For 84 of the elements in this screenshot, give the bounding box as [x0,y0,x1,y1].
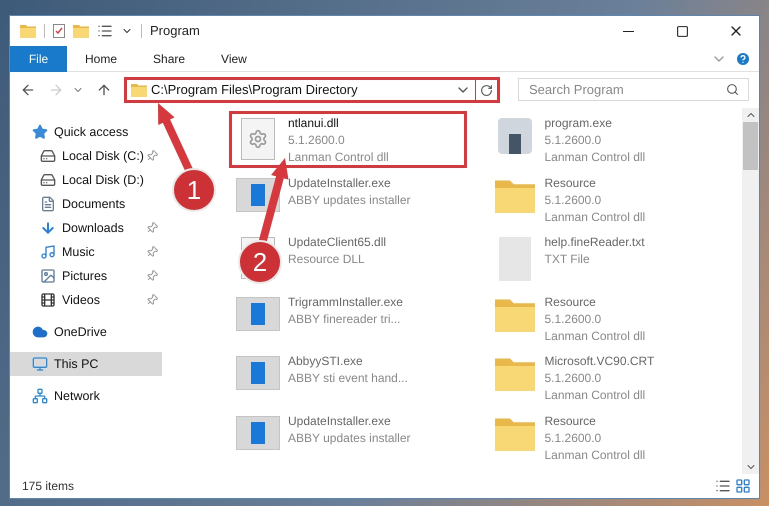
document-icon [40,196,56,212]
file-name[interactable]: Microsoft.VC90.CRT [544,353,654,370]
cloud-icon [32,324,48,340]
settings-file-icon [241,118,275,160]
star-icon [32,124,48,140]
back-icon[interactable] [20,82,36,98]
search-icon [726,83,739,96]
file-name[interactable]: Resource [544,174,646,192]
file-detail: Lanman Control dll [288,149,389,166]
sidebar-item[interactable]: Music [10,240,162,264]
file-name[interactable]: program.exe [544,115,646,132]
file-detail: Lanman Control dll [544,328,646,344]
file-name[interactable]: TrigrammInstaller.exe [288,294,403,310]
folder-icon [494,178,534,212]
folder-icon [494,356,534,391]
window-icon [236,296,280,330]
ribbon-tab[interactable]: Home [67,46,136,72]
folder-icon [20,24,36,38]
search-field[interactable]: Search Program [518,78,749,101]
file-name[interactable]: UpdateClient65.dll [288,234,386,251]
file-name[interactable]: UpdateInstaller.exe [288,412,411,430]
file-detail: ABBY finereader tri... [288,310,402,328]
picture-icon [40,268,56,284]
sidebar-item[interactable]: Downloads [10,216,162,240]
monitor-icon [32,356,48,372]
item-count: 175 items [22,478,74,495]
ribbon-tab[interactable]: View [203,46,265,72]
file-detail: ABBY updates installer [288,192,411,208]
address-bar[interactable]: C:\Program Files\Program Directory [124,77,500,103]
refresh-icon[interactable] [480,84,493,96]
file-detail: ABBY updates installer [288,430,411,446]
file-detail: 5.1.2600.0 [288,132,346,149]
folder-icon [494,416,534,450]
drive-icon [40,148,56,164]
file-detail: TXT File [544,251,591,268]
sidebar-item[interactable]: OneDrive [10,320,162,344]
sidebar-item[interactable]: Pictures [10,264,162,288]
file-name[interactable]: ntlanui.dll [288,115,389,132]
file-detail: Lanman Control dll [544,446,646,464]
file-name[interactable]: UpdateInstaller.exe [288,174,411,192]
minimize-icon [622,30,634,32]
text-file-icon [498,237,530,281]
folder-icon [73,24,89,38]
sidebar-item[interactable]: Documents [10,192,162,216]
window-title: Program [150,22,200,40]
sidebar-item[interactable]: Network [10,384,162,408]
application-icon [498,118,532,154]
file-name[interactable]: Resource [544,294,646,310]
file-detail: 5.1.2600.0 [544,132,602,149]
tiles-view-icon[interactable] [735,478,751,494]
scrollbar[interactable] [742,108,759,474]
details-view-icon[interactable] [715,478,731,494]
sidebar-item[interactable]: Videos [10,288,162,312]
properties-icon[interactable] [53,24,65,38]
file-detail: Lanman Control dll [544,387,646,404]
ribbon-tab[interactable]: Share [135,46,204,72]
file-name[interactable]: AbbyySTI.exe [288,353,408,370]
up-icon[interactable] [96,82,112,98]
maximize-icon [676,24,688,38]
sidebar-item[interactable]: This PC [10,352,162,376]
file-detail: 5.1.2600.0 [544,310,602,328]
file-name[interactable]: help.fineReader.txt [544,234,645,251]
window-icon [236,416,280,450]
sidebar-item[interactable]: Local Disk (C:) [10,144,162,168]
music-note-icon [40,244,56,260]
sidebar-item[interactable]: Quick access [10,120,162,144]
file-detail: 5.1.2600.0 [544,192,602,208]
film-icon [40,292,56,308]
file-detail: 5.1.2600.0 [544,370,602,387]
network-icon [32,388,48,404]
file-name[interactable]: Resource [544,412,646,430]
drive-icon [40,172,56,188]
file-detail: Lanman Control dll [544,149,646,166]
file-detail: Lanman Control dll [544,208,646,226]
file-detail: 5.1.2600.0 [544,430,602,446]
folder-icon [494,296,534,332]
help-icon[interactable] [735,50,751,66]
window-icon [236,356,280,390]
scroll-thumb[interactable] [743,122,758,170]
view-list-icon[interactable] [97,23,113,39]
folder-icon [131,83,147,97]
file-detail: ABBY sti event hand... [288,370,408,387]
file-detail: Resource DLL [288,251,366,268]
sidebar-item[interactable]: Local Disk (D:) [10,168,162,192]
